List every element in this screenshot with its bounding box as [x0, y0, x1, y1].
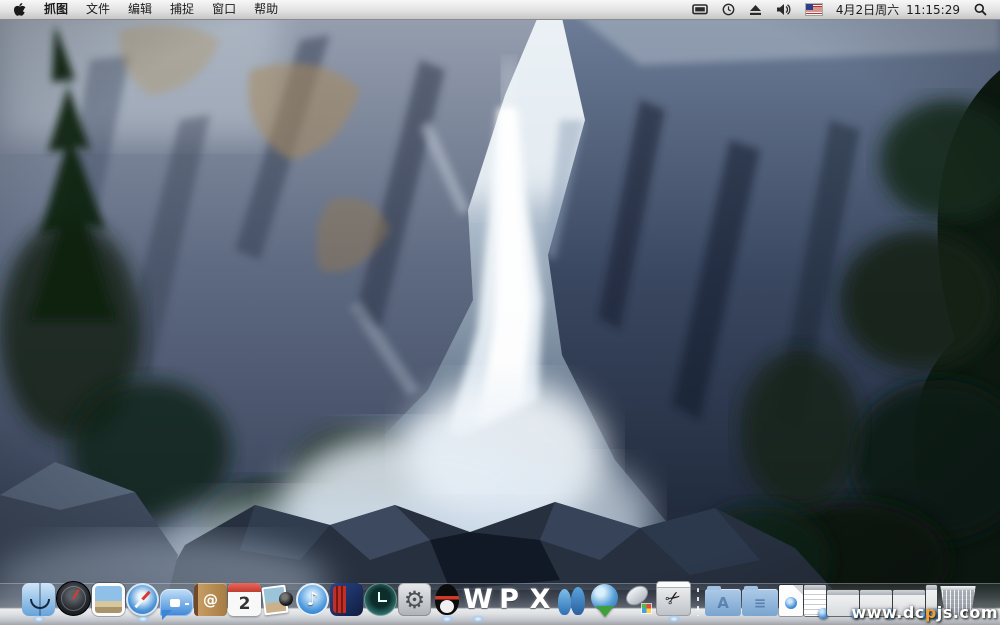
- itunes-glyph: ♪: [296, 583, 329, 616]
- dock-item-finder[interactable]: [22, 583, 55, 616]
- dock-item-qq[interactable]: [432, 583, 462, 616]
- spotlight-status[interactable]: [967, 3, 994, 16]
- apple-icon: [13, 3, 26, 17]
- time-machine-status[interactable]: [715, 3, 742, 16]
- dock-item-dashboard[interactable]: [56, 581, 91, 616]
- dock-item-safari-document[interactable]: [779, 585, 803, 616]
- ical-glyph: 2: [228, 583, 261, 616]
- time-text: 11:15:29: [906, 3, 960, 17]
- dock-item-iphoto[interactable]: [92, 583, 125, 616]
- dock-item-ical[interactable]: 2: [228, 583, 261, 616]
- dock-item-remote-desktop[interactable]: [622, 583, 655, 616]
- dock-items: @2 ♪ ⚙ WPX ✂ A≡: [0, 581, 1000, 616]
- watermark-part: js.com: [937, 603, 998, 622]
- running-indicator: [667, 615, 681, 623]
- display-icon: [692, 4, 708, 16]
- applications-folder-glyph: A: [705, 589, 741, 616]
- menu-bar-clock[interactable]: 4月2日周六 11:15:29: [829, 1, 967, 18]
- menu-bar-menus: 抓图文件编辑捕捉窗口帮助: [35, 0, 287, 19]
- running-indicator: [32, 615, 46, 623]
- dock-item-msn-messenger[interactable]: [556, 583, 587, 616]
- input-source-status[interactable]: [799, 4, 829, 15]
- spotlight-search-icon: [974, 3, 987, 16]
- dock-item-documents-folder[interactable]: ≡: [742, 589, 778, 616]
- dock-item-download-manager[interactable]: [588, 583, 621, 616]
- dock-item-time-machine[interactable]: [364, 583, 397, 616]
- word-glyph: W: [463, 583, 493, 616]
- dock-item-applications-folder[interactable]: A: [705, 589, 741, 616]
- dock-item-itunes[interactable]: ♪: [296, 583, 329, 616]
- menu-bar-status-area: 4月2日周六 11:15:29: [685, 1, 1000, 18]
- eject-status[interactable]: [742, 4, 769, 16]
- dock-item-ichat[interactable]: [160, 589, 193, 616]
- running-indicator: [136, 615, 150, 623]
- displays-status[interactable]: [685, 4, 715, 16]
- dock-item-minimized-window-1[interactable]: [804, 585, 826, 616]
- menu-item-2[interactable]: 文件: [77, 0, 119, 19]
- address-book-glyph: @: [194, 583, 227, 616]
- dock-item-powerpoint[interactable]: P: [494, 583, 524, 616]
- dock-item-front-row[interactable]: [330, 583, 363, 616]
- dock-item-safari[interactable]: [126, 583, 159, 616]
- dock-item-address-book[interactable]: @: [194, 583, 227, 616]
- watermark-part: www.dc: [851, 603, 924, 622]
- menu-item-4[interactable]: 捕捉: [161, 0, 203, 19]
- us-flag-icon: [806, 4, 822, 15]
- dock-item-grab[interactable]: ✂: [656, 581, 691, 616]
- powerpoint-glyph: P: [494, 583, 524, 616]
- volume-icon: [776, 3, 792, 16]
- menu-item-1[interactable]: 抓图: [35, 0, 77, 19]
- menu-item-5[interactable]: 窗口: [203, 0, 245, 19]
- menu-item-6[interactable]: 帮助: [245, 0, 287, 19]
- clock-icon: [722, 3, 735, 16]
- volume-status[interactable]: [769, 3, 799, 16]
- menu-item-3[interactable]: 编辑: [119, 0, 161, 19]
- menu-bar: 抓图文件编辑捕捉窗口帮助: [0, 0, 1000, 20]
- eject-icon: [749, 4, 762, 16]
- dock-item-photo-booth[interactable]: [262, 583, 295, 616]
- excel-glyph: X: [525, 583, 555, 616]
- dock-item-excel[interactable]: X: [525, 583, 555, 616]
- running-indicator: [471, 615, 485, 623]
- watermark: www.dcpjs.com: [851, 603, 998, 622]
- dock: @2 ♪ ⚙ WPX ✂ A≡: [0, 583, 1000, 625]
- system-preferences-glyph: ⚙: [398, 583, 431, 616]
- documents-folder-glyph: ≡: [742, 589, 778, 616]
- date-text: 4月2日周六: [836, 1, 899, 18]
- dock-item-divider: [692, 588, 704, 616]
- running-indicator: [440, 615, 454, 623]
- apple-menu[interactable]: [0, 3, 35, 17]
- dock-item-word[interactable]: W: [463, 583, 493, 616]
- wallpaper-yosemite-falls: [0, 0, 1000, 625]
- watermark-part: p: [925, 603, 937, 622]
- dock-item-system-preferences[interactable]: ⚙: [398, 583, 431, 616]
- desktop: 抓图文件编辑捕捉窗口帮助: [0, 0, 1000, 625]
